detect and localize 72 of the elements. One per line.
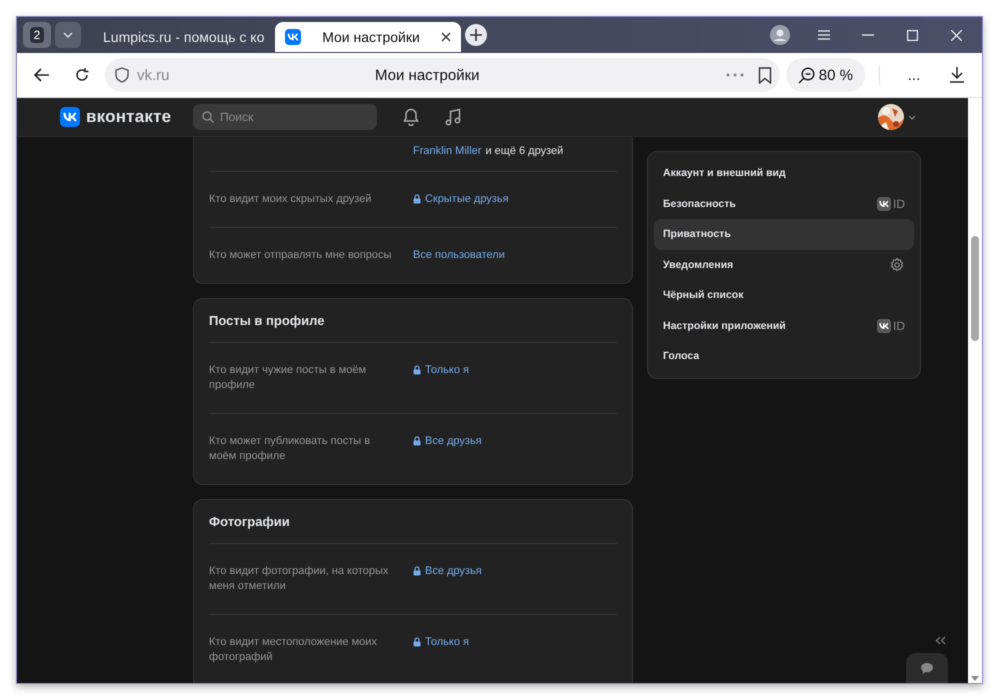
shield-icon	[115, 67, 129, 83]
minimize-icon	[862, 34, 874, 36]
url-domain: vk.ru	[137, 66, 171, 84]
scrollbar-thumb[interactable]	[971, 236, 979, 341]
reload-icon	[74, 67, 90, 83]
vk-logo-icon	[877, 196, 891, 211]
setting-value-text: и ещё 6 друзей	[485, 144, 564, 159]
settings-menu-item[interactable]: Чёрный список	[654, 280, 914, 310]
browser-tab[interactable]: Мои настройки	[275, 22, 461, 52]
setting-label: Кто видит чужие посты в моём профиле	[209, 364, 366, 391]
setting-label: Кто видит местоположение моих фотографий	[209, 636, 377, 663]
new-tab-button[interactable]	[465, 24, 487, 46]
music-note-icon	[445, 108, 461, 126]
setting-value-link[interactable]: Все друзья	[425, 564, 482, 579]
lock-icon	[413, 194, 421, 204]
chat-button[interactable]	[906, 653, 948, 683]
settings-menu-item[interactable]: Аккаунт и внешний вид	[654, 158, 914, 188]
vk-logo-icon	[60, 107, 80, 127]
caret-icon	[63, 32, 73, 38]
vk-logo-icon	[285, 29, 301, 45]
lock-icon	[413, 637, 421, 647]
close-icon	[950, 30, 962, 40]
bookmark-icon[interactable]	[758, 66, 772, 84]
bell-icon	[403, 108, 419, 126]
user-icon	[770, 25, 790, 45]
settings-menu-item[interactable]: Голоса	[654, 341, 914, 372]
scroll-down-arrow-icon[interactable]	[971, 676, 979, 681]
setting-value-link[interactable]: Все друзья	[425, 434, 482, 449]
back-arrow-icon	[34, 68, 50, 82]
more-dots-icon[interactable]	[726, 73, 744, 77]
zoom-button[interactable]: 80 %	[786, 58, 865, 92]
more-button[interactable]: ...	[894, 58, 934, 92]
tabs-dropdown-button[interactable]	[55, 22, 81, 48]
id-label: ID	[893, 196, 905, 211]
profile-menu-button[interactable]	[878, 104, 916, 130]
section-title: Посты в профиле	[209, 313, 324, 328]
zoom-out-icon	[798, 66, 815, 84]
speech-bubble-icon	[921, 663, 933, 674]
settings-menu-item[interactable]: Уведомления	[654, 250, 914, 280]
collapse-icon[interactable]	[935, 636, 946, 645]
menu-icon	[818, 30, 830, 40]
lock-icon	[413, 365, 421, 375]
page-title: Мои настройки	[375, 66, 481, 84]
search-icon	[202, 111, 214, 123]
plus-icon	[470, 29, 482, 41]
site-logo-text[interactable]: вконтакте	[86, 107, 172, 127]
settings-menu-item[interactable]: Настройки приложений ID	[654, 310, 914, 341]
section-title: Фотографии	[209, 514, 290, 529]
setting-label: Кто может публиковать посты в моём профиле	[209, 435, 370, 462]
tab-count-button[interactable]: 2	[23, 22, 51, 48]
browser-tab[interactable]: Lumpics.ru - помощь с ко	[85, 22, 271, 52]
setting-value-link[interactable]: Все пользователи	[413, 248, 505, 263]
download-icon	[950, 67, 964, 83]
address-bar[interactable]: vk.ru Мои настройки	[105, 58, 780, 92]
search-field[interactable]: Поиск	[193, 104, 377, 130]
setting-value-link[interactable]: Franklin Miller	[413, 144, 482, 159]
lock-icon	[413, 566, 421, 576]
id-label: ID	[893, 318, 905, 333]
setting-label: Кто может отправлять мне вопросы	[209, 249, 392, 261]
settings-icon	[889, 256, 905, 273]
setting-value-link[interactable]: Только я	[425, 635, 469, 650]
close-icon[interactable]	[441, 32, 451, 42]
lock-icon	[413, 436, 421, 446]
setting-value-link[interactable]: Только я	[425, 363, 469, 378]
settings-menu-item[interactable]: Приватность	[654, 219, 914, 250]
setting-label: Кто видит моих скрытых друзей	[209, 193, 372, 205]
caret-icon	[908, 114, 916, 120]
setting-value-link[interactable]: Скрытые друзья	[425, 192, 509, 207]
setting-label: Кто видит фотографии, на которых меня отметили	[209, 565, 388, 592]
maximize-icon	[906, 30, 918, 40]
vk-logo-icon	[877, 318, 891, 333]
settings-menu-item[interactable]: Безопасность ID	[654, 188, 914, 219]
